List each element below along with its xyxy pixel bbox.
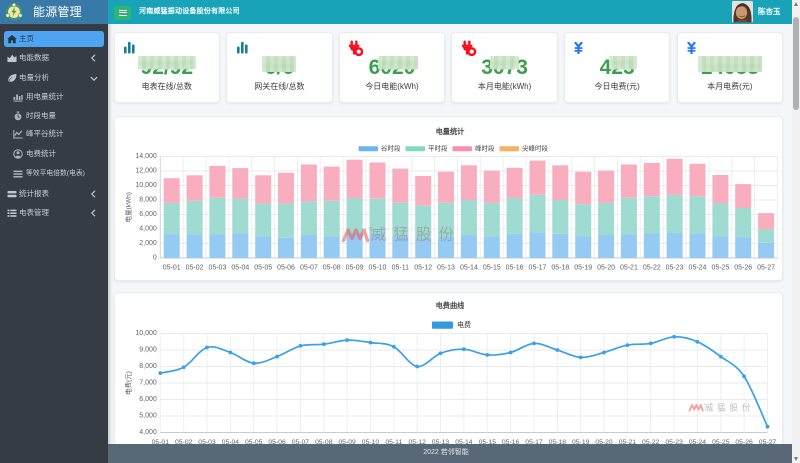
svg-text:2,000: 2,000 (139, 240, 157, 247)
svg-text:05-16: 05-16 (505, 264, 523, 271)
svg-text:6,000: 6,000 (139, 211, 157, 218)
svg-text:8,000: 8,000 (139, 196, 157, 203)
svg-text:05-07: 05-07 (299, 264, 317, 271)
svg-text:电费: 电费 (457, 320, 471, 329)
svg-text:电量统计: 电量统计 (435, 127, 465, 136)
svg-text:05-20: 05-20 (597, 264, 615, 271)
svg-text:05-12: 05-12 (414, 264, 432, 271)
svg-text:平时段: 平时段 (428, 143, 448, 152)
svg-text:05-14: 05-14 (459, 264, 477, 271)
svg-text:05-27: 05-27 (757, 264, 775, 271)
svg-text:05-19: 05-19 (574, 264, 592, 271)
svg-text:05-24: 05-24 (688, 264, 706, 271)
svg-text:7,000: 7,000 (139, 379, 157, 386)
svg-text:05-03: 05-03 (208, 264, 226, 271)
svg-text:05-11: 05-11 (391, 264, 408, 271)
svg-text:05-06: 05-06 (277, 264, 295, 271)
svg-text:05-18: 05-18 (551, 264, 569, 271)
svg-text:0: 0 (152, 254, 156, 261)
svg-text:10,000: 10,000 (135, 330, 157, 337)
svg-text:电量(kWh): 电量(kWh) (123, 192, 132, 222)
svg-text:05-08: 05-08 (322, 264, 340, 271)
svg-text:威猛股份: 威猛股份 (704, 402, 753, 412)
svg-text:05-22: 05-22 (642, 264, 660, 271)
svg-text:05-04: 05-04 (231, 264, 249, 271)
svg-text:峰时段: 峰时段 (475, 143, 495, 152)
svg-text:5,000: 5,000 (139, 412, 157, 419)
svg-text:05-02: 05-02 (185, 264, 203, 271)
svg-text:05-01: 05-01 (162, 264, 180, 271)
svg-text:谷时段: 谷时段 (381, 143, 401, 152)
svg-text:威猛股份: 威猛股份 (371, 225, 461, 243)
svg-text:尖峰时段: 尖峰时段 (522, 143, 549, 152)
svg-text:05-13: 05-13 (437, 264, 455, 271)
svg-text:6,000: 6,000 (139, 396, 157, 403)
svg-text:05-21: 05-21 (619, 264, 637, 271)
svg-text:电费(元): 电费(元) (123, 371, 132, 395)
svg-text:10,000: 10,000 (135, 182, 157, 189)
svg-text:05-09: 05-09 (345, 264, 363, 271)
svg-text:4,000: 4,000 (139, 429, 157, 436)
svg-text:05-10: 05-10 (368, 264, 386, 271)
svg-text:05-25: 05-25 (711, 264, 729, 271)
svg-text:9,000: 9,000 (139, 346, 157, 353)
svg-text:05-15: 05-15 (482, 264, 500, 271)
svg-text:8,000: 8,000 (139, 363, 157, 370)
svg-text:14,000: 14,000 (135, 153, 157, 160)
svg-text:05-17: 05-17 (528, 264, 546, 271)
svg-text:12,000: 12,000 (135, 167, 157, 174)
svg-text:电费曲线: 电费曲线 (435, 301, 465, 310)
svg-text:05-26: 05-26 (734, 264, 752, 271)
svg-text:05-23: 05-23 (665, 264, 683, 271)
svg-text:4,000: 4,000 (139, 225, 157, 232)
svg-text:05-05: 05-05 (254, 264, 272, 271)
